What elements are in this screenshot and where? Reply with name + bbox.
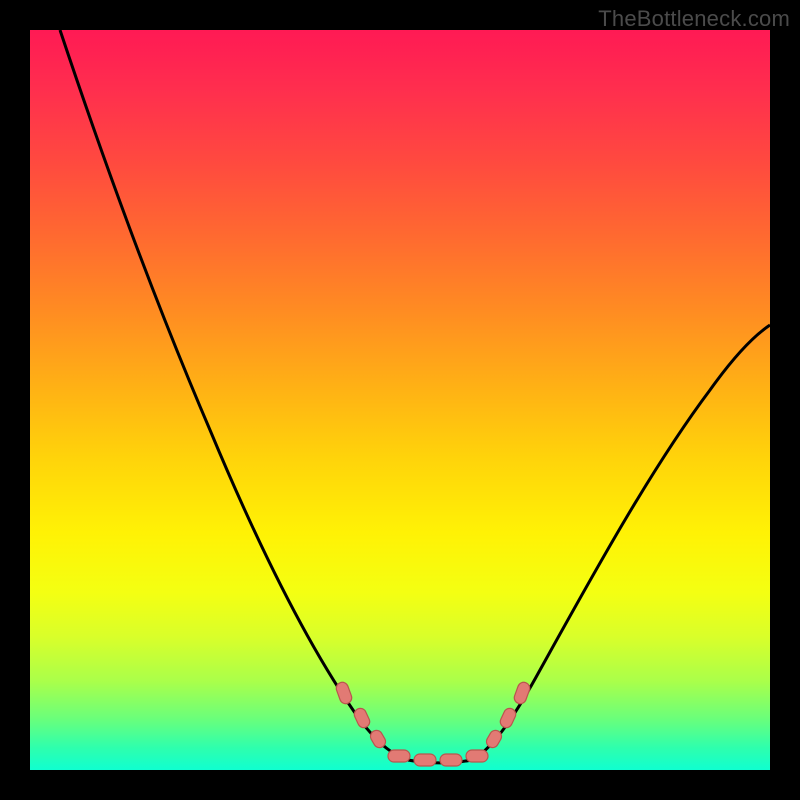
left-curve [60, 30, 408, 760]
outer-frame: TheBottleneck.com [0, 0, 800, 800]
valley-markers [335, 681, 532, 766]
chart-svg [30, 30, 770, 770]
watermark-text: TheBottleneck.com [598, 6, 790, 32]
